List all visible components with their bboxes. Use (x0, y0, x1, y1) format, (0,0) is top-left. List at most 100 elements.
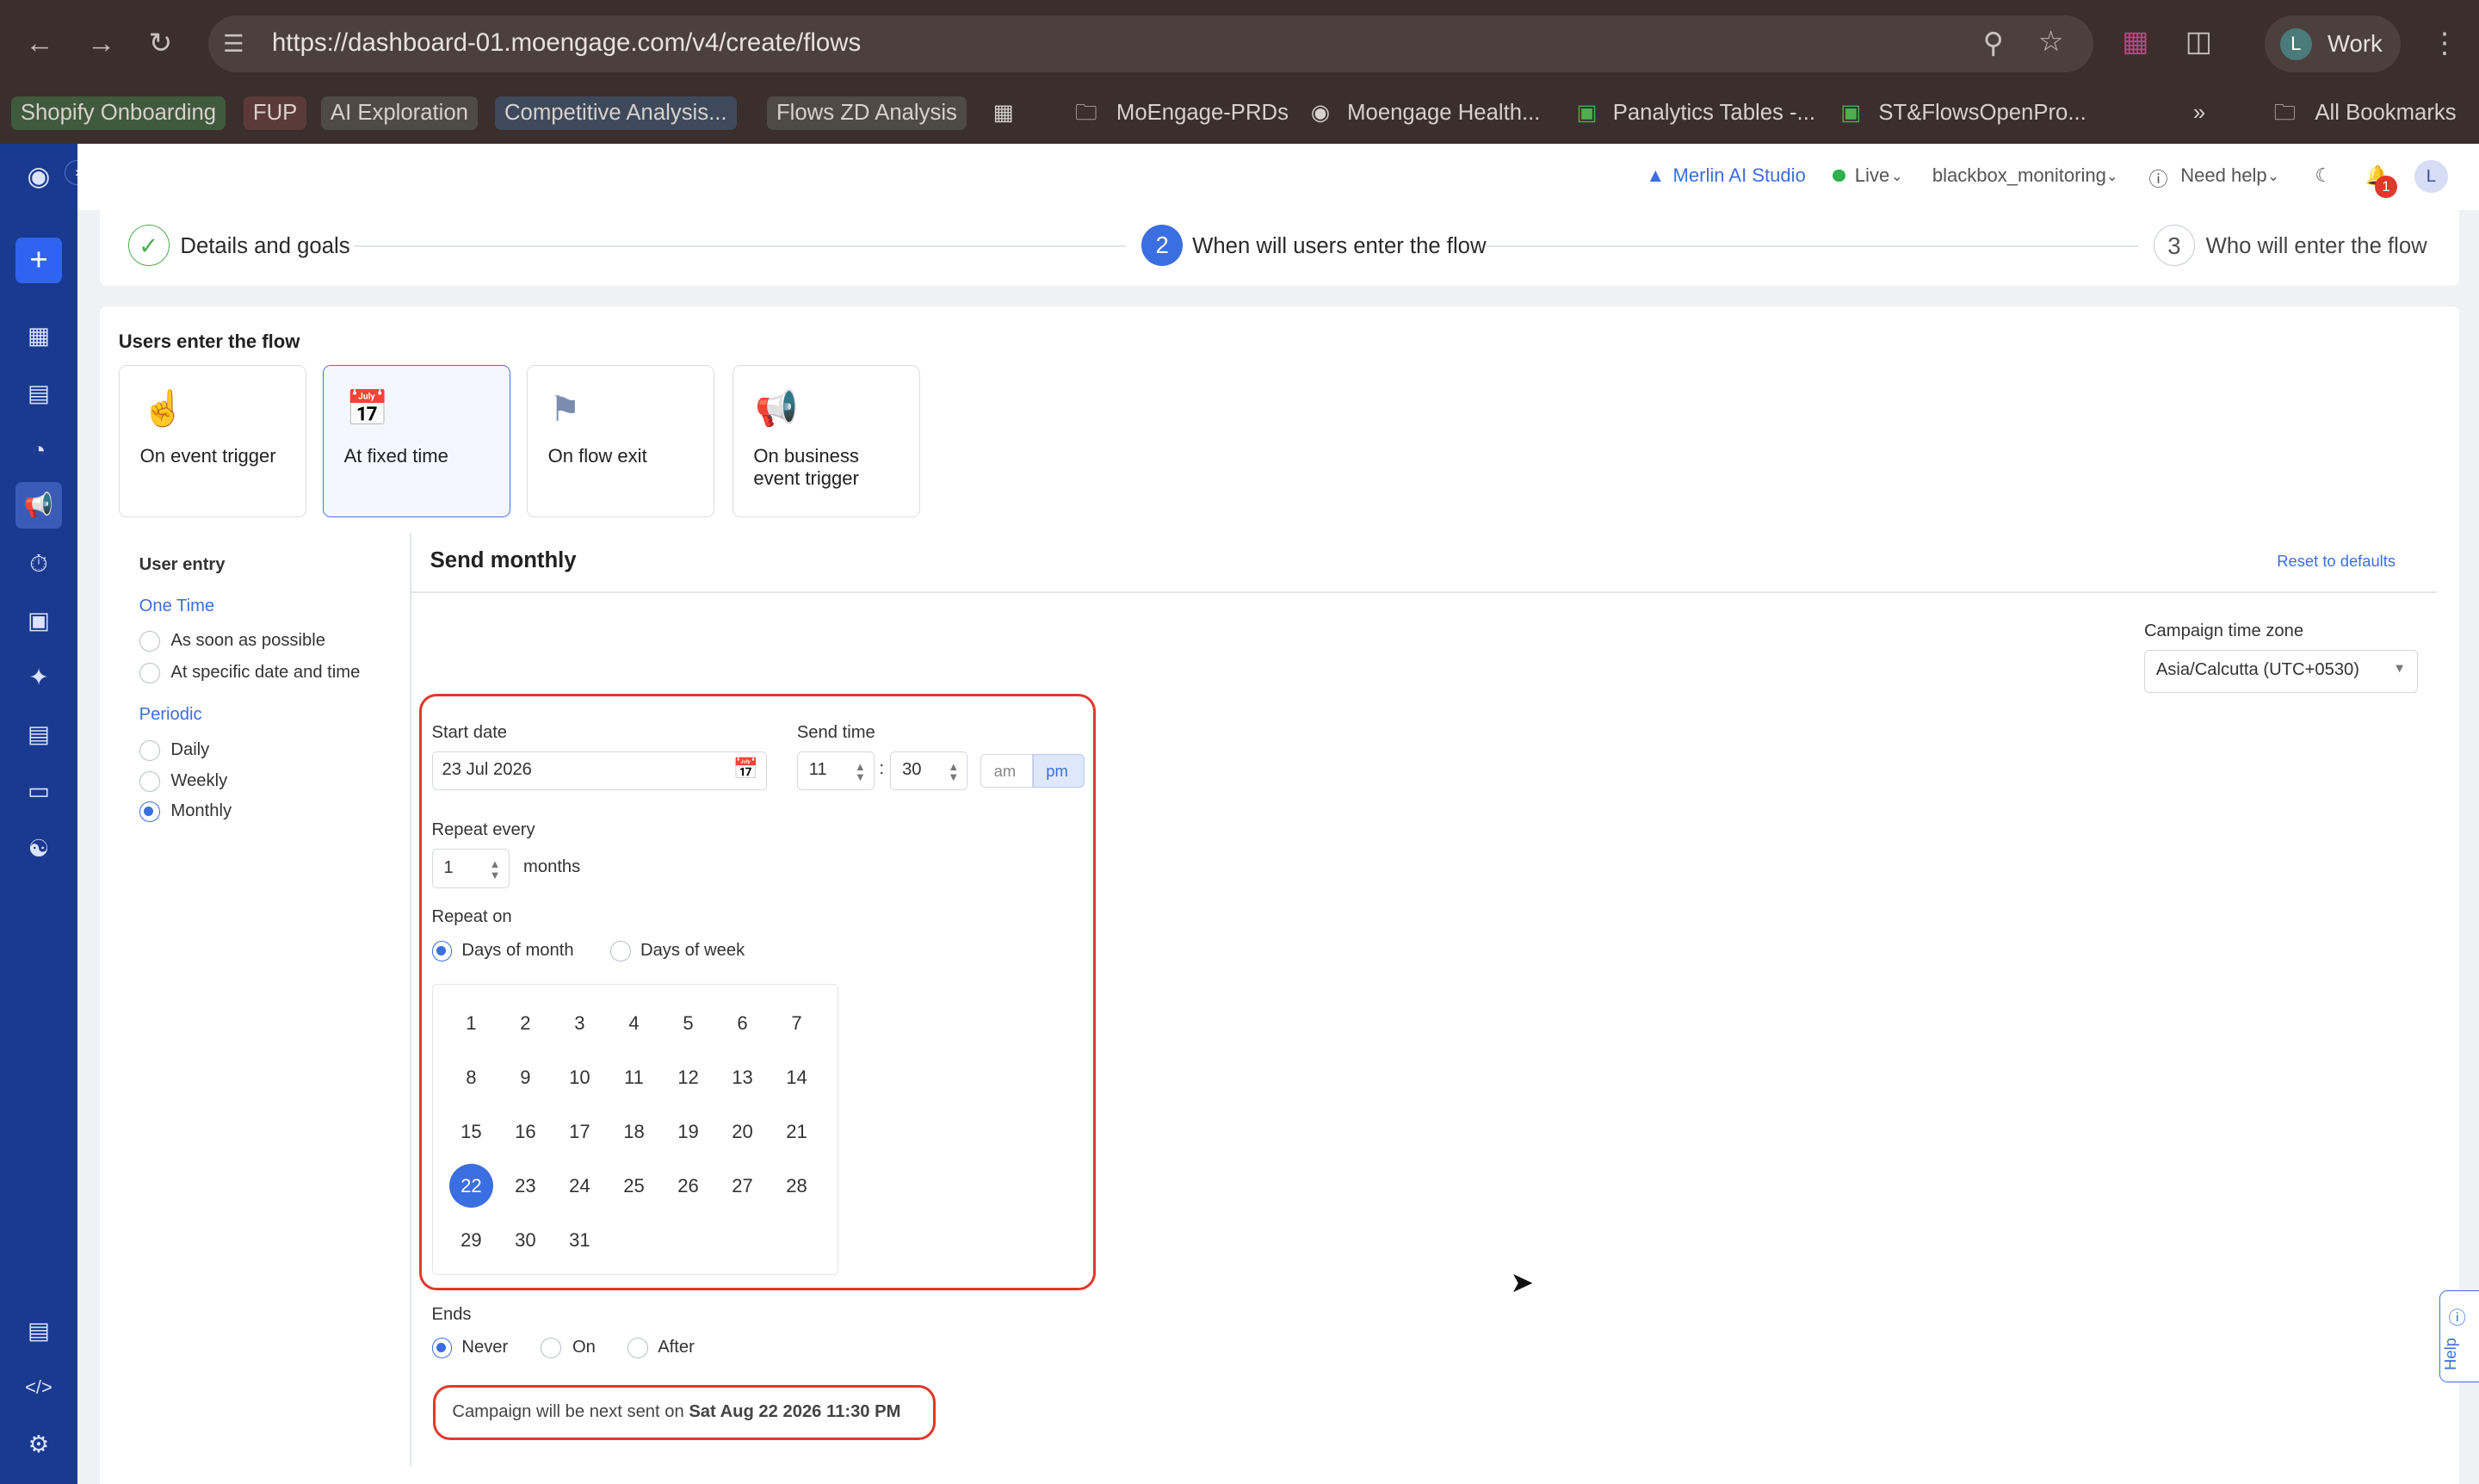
site-settings-icon[interactable]: ☰ (223, 28, 244, 60)
cards-icon[interactable]: ▭ (19, 771, 59, 811)
start-date-input[interactable]: 23 Jul 2026 📅 (431, 751, 767, 791)
reset-to-defaults-link[interactable]: Reset to defaults (2277, 552, 2396, 571)
day-cell[interactable]: 7 (775, 1001, 819, 1045)
hour-stepper[interactable]: 11 ▲ ▼ (796, 751, 875, 791)
analytics-icon[interactable]: ▤ (19, 374, 59, 413)
workspace-selector[interactable]: blackbox_monitoring (1932, 164, 2106, 187)
bookmark-ai-exploration[interactable]: AI Exploration (320, 96, 478, 130)
browser-menu-icon[interactable]: ⋮ (2430, 28, 2458, 60)
step-details-and-goals[interactable]: Details and goals (180, 234, 349, 259)
ai-sparkle-icon[interactable]: ✦ (19, 658, 59, 697)
bookmark-competitive-analysis[interactable]: Competitive Analysis... (494, 96, 737, 130)
radio-ends-never[interactable] (431, 1338, 453, 1358)
profile-button[interactable]: L Work (2264, 15, 2401, 73)
day-cell[interactable]: 4 (612, 1001, 656, 1045)
pm-toggle[interactable]: pm (1032, 754, 1085, 788)
step-when-users-enter[interactable]: When will users enter the flow (1192, 234, 1486, 259)
content-icon[interactable]: ▤ (19, 714, 59, 754)
spinner-arrows-icon[interactable]: ▲ ▼ (948, 761, 959, 784)
day-cell[interactable]: 25 (612, 1164, 656, 1208)
bookmark-moengage-health[interactable]: Moengage Health... (1347, 96, 1540, 130)
radio-as-soon-as-possible[interactable] (139, 630, 160, 652)
day-cell[interactable]: 18 (612, 1110, 656, 1153)
day-cell[interactable]: 9 (504, 1055, 547, 1099)
need-help-menu[interactable]: Need help (2180, 164, 2266, 187)
spinner-arrows-icon[interactable]: ▲ ▼ (855, 761, 866, 784)
radio-ends-after[interactable] (627, 1338, 649, 1358)
spinner-arrows-icon[interactable]: ▲ ▼ (490, 859, 501, 881)
bookmark-shopify-onboarding[interactable]: Shopify Onboarding (10, 96, 226, 130)
day-cell[interactable]: 12 (666, 1055, 710, 1099)
segment-icon[interactable]: ◔ (19, 430, 59, 470)
create-plus-icon[interactable]: + (15, 237, 62, 283)
bookmark-fup[interactable]: FUP (243, 96, 307, 130)
flows-timer-icon[interactable]: ⏱ (19, 544, 59, 584)
tile-on-business-event[interactable]: 📢 On business event trigger (732, 365, 921, 517)
day-cell[interactable]: 24 (558, 1164, 602, 1208)
apps-grid-icon[interactable]: ▦ (993, 96, 1014, 130)
url-text[interactable]: https://dashboard-01.moengage.com/v4/cre… (272, 28, 861, 58)
day-cell[interactable]: 5 (666, 1001, 710, 1045)
zoom-icon[interactable]: ⚲ (1983, 28, 2004, 60)
reload-icon[interactable]: ↻ (149, 28, 173, 60)
day-cell[interactable]: 13 (720, 1055, 764, 1099)
radio-specific-date-time[interactable] (139, 662, 160, 683)
day-cell[interactable]: 21 (775, 1110, 819, 1153)
day-cell[interactable]: 29 (449, 1218, 493, 1262)
day-cell[interactable]: 31 (558, 1218, 602, 1262)
engage-megaphone-icon[interactable]: 📢 (15, 482, 62, 529)
day-cell[interactable]: 15 (449, 1110, 493, 1153)
merlin-ai-studio-link[interactable]: Merlin AI Studio (1673, 164, 1806, 187)
day-cell[interactable]: 6 (720, 1001, 764, 1045)
radio-days-of-month[interactable] (431, 941, 453, 962)
bookmark-st-flows[interactable]: ST&FlowsOpenPro... (1878, 96, 2086, 130)
code-icon[interactable]: </> (19, 1368, 59, 1407)
day-cell[interactable]: 23 (504, 1164, 547, 1208)
day-cell[interactable]: 17 (558, 1110, 602, 1153)
tile-on-flow-exit[interactable]: ⚑ On flow exit (526, 365, 715, 517)
bookmark-flows-zd-analysis[interactable]: Flows ZD Analysis (766, 96, 967, 130)
day-cell[interactable]: 30 (504, 1218, 547, 1262)
settings-gear-icon[interactable]: ⚙ (19, 1425, 59, 1464)
radio-daily[interactable] (139, 739, 160, 761)
dashboard-icon[interactable]: ▦ (19, 316, 59, 356)
back-icon[interactable]: ← (25, 28, 53, 60)
user-avatar[interactable]: L (2414, 159, 2448, 194)
tz-select[interactable]: Asia/Calcutta (UTC+0530) ▼ (2143, 650, 2418, 693)
bookmark-panalytics-tables[interactable]: Panalytics Tables -... (1613, 96, 1815, 130)
dark-mode-moon-icon[interactable]: ☾ (2315, 164, 2332, 187)
day-cell[interactable]: 3 (558, 1001, 602, 1045)
day-cell[interactable]: 8 (449, 1055, 493, 1099)
bookmark-moengage-prds[interactable]: MoEngage-PRDs (1116, 96, 1289, 130)
store-icon[interactable]: ▤ (19, 1311, 59, 1351)
tile-at-fixed-time[interactable]: 📅 At fixed time (322, 365, 511, 517)
extensions-puzzle-icon[interactable]: ◫ (2185, 26, 2212, 59)
day-cell[interactable]: 2 (504, 1001, 547, 1045)
day-cell[interactable]: 19 (666, 1110, 710, 1153)
day-cell[interactable]: 11 (612, 1055, 656, 1099)
radio-days-of-week[interactable] (610, 941, 631, 962)
extension-icon[interactable]: ▦ (2122, 26, 2148, 59)
am-toggle[interactable]: am (980, 754, 1033, 788)
radio-weekly[interactable] (139, 771, 160, 793)
personalize-icon[interactable]: ▣ (19, 601, 59, 640)
day-cell[interactable]: 22 (448, 1163, 494, 1209)
repeat-every-stepper[interactable]: 1 ▲ ▼ (431, 849, 510, 889)
step-who-will-enter[interactable]: Who will enter the flow (2206, 234, 2427, 259)
calendar-icon[interactable]: 📅 (733, 757, 759, 782)
day-cell[interactable]: 20 (720, 1110, 764, 1153)
radio-monthly[interactable] (139, 801, 160, 823)
day-cell[interactable]: 26 (666, 1164, 710, 1208)
day-cell[interactable]: 14 (775, 1055, 819, 1099)
more-bookmarks-icon[interactable]: » (2193, 96, 2205, 130)
minute-stepper[interactable]: 30 ▲ ▼ (890, 751, 968, 791)
day-cell[interactable]: 28 (775, 1164, 819, 1208)
day-cell[interactable]: 27 (720, 1164, 764, 1208)
data-icon[interactable]: ☯ (19, 829, 59, 869)
day-cell[interactable]: 1 (449, 1001, 493, 1045)
tile-on-event-trigger[interactable]: ☝ On event trigger (118, 365, 307, 517)
radio-ends-on[interactable] (541, 1338, 562, 1358)
bookmark-all-bookmarks[interactable]: All Bookmarks (2315, 96, 2456, 130)
day-cell[interactable]: 10 (558, 1055, 602, 1099)
bookmark-star-icon[interactable]: ☆ (2038, 26, 2064, 59)
